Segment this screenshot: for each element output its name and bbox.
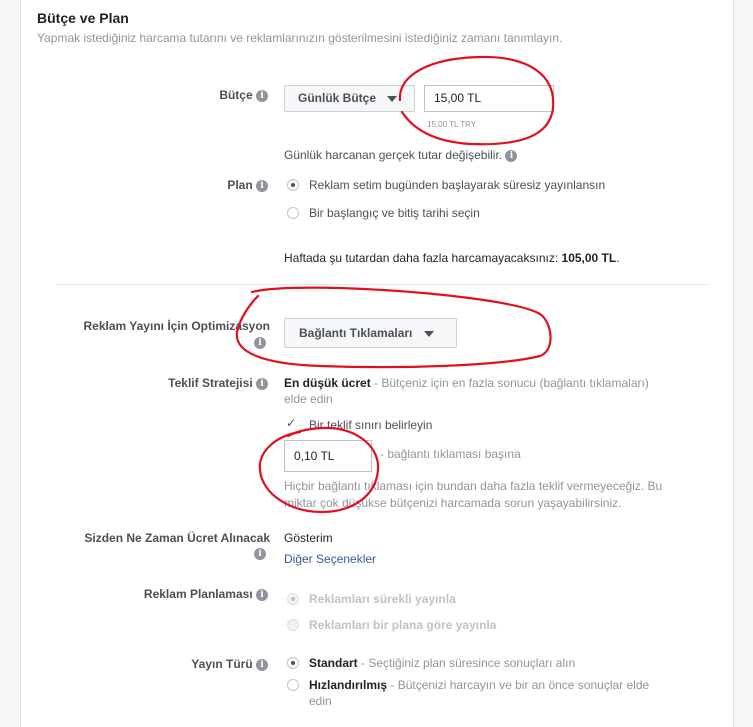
- plan-radio-dates[interactable]: [287, 207, 299, 219]
- info-icon[interactable]: i: [254, 548, 266, 560]
- scheduling-option-continuous[interactable]: Reklamları sürekli yayınla: [309, 592, 456, 606]
- delivery-accelerated-desc: - Bütçenizi harcayın ve bir an önce sonu…: [387, 678, 650, 692]
- section-divider: [56, 284, 709, 285]
- bid-limit-input[interactable]: 0,10 TL: [284, 440, 372, 472]
- delivery-option-accelerated[interactable]: Hızlandırılmış - Bütçenizi harcayın ve b…: [309, 678, 709, 692]
- info-icon[interactable]: i: [256, 658, 268, 671]
- budget-amount-note: 15,00 TL TRY: [427, 120, 477, 129]
- bid-limit-note-line2: miktar çok düşükse bütçenizi harcamada s…: [284, 496, 622, 510]
- scheduling-label: Reklam Planlaması: [143, 587, 253, 601]
- budget-label-row: Bütçe i: [150, 88, 268, 102]
- checkbox-checked-icon[interactable]: ✓: [286, 417, 298, 429]
- delivery-accelerated-desc-line2: edin: [309, 694, 332, 708]
- bid-label: Teklif Stratejisi: [168, 376, 253, 390]
- section-subtitle: Yapmak istediğiniz harcama tutarını ve r…: [37, 31, 563, 45]
- info-icon[interactable]: i: [254, 337, 266, 349]
- section-title: Bütçe ve Plan: [37, 10, 129, 26]
- budget-type-label: Günlük Bütçe: [298, 91, 377, 105]
- weekly-amount: 105,00 TL: [561, 251, 617, 265]
- plan-option-dates[interactable]: Bir başlangıç ve bitiş tarihi seçin: [309, 206, 480, 220]
- bid-strategy-name: En düşük ücret: [284, 376, 371, 390]
- scheduling-radio-continuous[interactable]: [287, 593, 299, 605]
- delivery-standard-name: Standart: [309, 656, 358, 670]
- delivery-option-standard[interactable]: Standart - Seçtiğiniz plan süresince son…: [309, 656, 575, 670]
- delivery-radio-standard[interactable]: [287, 657, 299, 669]
- plan-radio-ongoing[interactable]: [287, 179, 299, 191]
- info-icon[interactable]: i: [256, 588, 268, 601]
- bid-limit-note-line1: Hiçbir bağlantı tıklaması için bundan da…: [284, 479, 663, 493]
- bid-strategy[interactable]: En düşük ücret - Bütçeniz için en fazla …: [284, 376, 704, 390]
- budget-amount-input[interactable]: 15,00 TL: [424, 85, 554, 112]
- weekly-spend-note: Haftada şu tutardan daha fazla harcamaya…: [284, 251, 620, 265]
- plan-option-ongoing[interactable]: Reklam setim bugünden başlayarak süresiz…: [309, 178, 605, 192]
- delivery-standard-desc: - Seçtiğiniz plan süresince sonuçları al…: [357, 656, 576, 670]
- bid-limit-suffix: - bağlantı tıklaması başına: [380, 447, 521, 461]
- weekly-note-text: Haftada şu tutardan daha fazla harcamaya…: [284, 251, 559, 265]
- delivery-radio-accelerated[interactable]: [287, 679, 299, 691]
- scheduling-radio-schedule[interactable]: [287, 619, 299, 631]
- chevron-down-icon: [387, 95, 398, 102]
- chevron-down-icon: [423, 330, 434, 337]
- bid-limit-checkbox-label[interactable]: Bir teklif sınırı belirleyin: [309, 418, 432, 432]
- info-icon[interactable]: i: [505, 149, 518, 162]
- budget-hint-row: Günlük harcanan gerçek tutar değişebilir…: [284, 148, 518, 162]
- delivery-label-row: Yayın Türü i: [120, 657, 268, 671]
- plan-label: Plan: [227, 178, 253, 192]
- optimization-label: Reklam Yayını İçin Optimizasyon: [83, 319, 270, 333]
- scheduling-option-schedule[interactable]: Reklamları bir plana göre yayınla: [309, 618, 496, 632]
- info-icon[interactable]: i: [256, 179, 268, 192]
- optimization-value: Bağlantı Tıklamaları: [299, 326, 413, 340]
- bid-strategy-desc-line2: elde edin: [284, 392, 333, 406]
- info-icon[interactable]: i: [256, 89, 268, 102]
- charge-value: Gösterim: [284, 531, 333, 545]
- budget-type-dropdown[interactable]: Günlük Bütçe: [284, 85, 415, 112]
- charge-label: Sizden Ne Zaman Ücret Alınacak: [84, 531, 270, 545]
- budget-hint: Günlük harcanan gerçek tutar değişebilir…: [284, 148, 503, 162]
- plan-label-row: Plan i: [150, 178, 268, 192]
- more-options-link[interactable]: Diğer Seçenekler: [284, 552, 376, 566]
- bid-label-row: Teklif Stratejisi i: [120, 376, 268, 390]
- scheduling-label-row: Reklam Planlaması i: [100, 587, 268, 601]
- delivery-label: Yayın Türü: [191, 657, 253, 671]
- budget-label: Bütçe: [219, 88, 253, 102]
- weekly-end: .: [616, 251, 620, 265]
- delivery-accelerated-name: Hızlandırılmış: [309, 678, 388, 692]
- optimization-dropdown[interactable]: Bağlantı Tıklamaları: [284, 318, 457, 348]
- info-icon[interactable]: i: [256, 377, 268, 390]
- bid-strategy-desc: - Bütçeniz için en fazla sonucu (bağlant…: [370, 376, 649, 390]
